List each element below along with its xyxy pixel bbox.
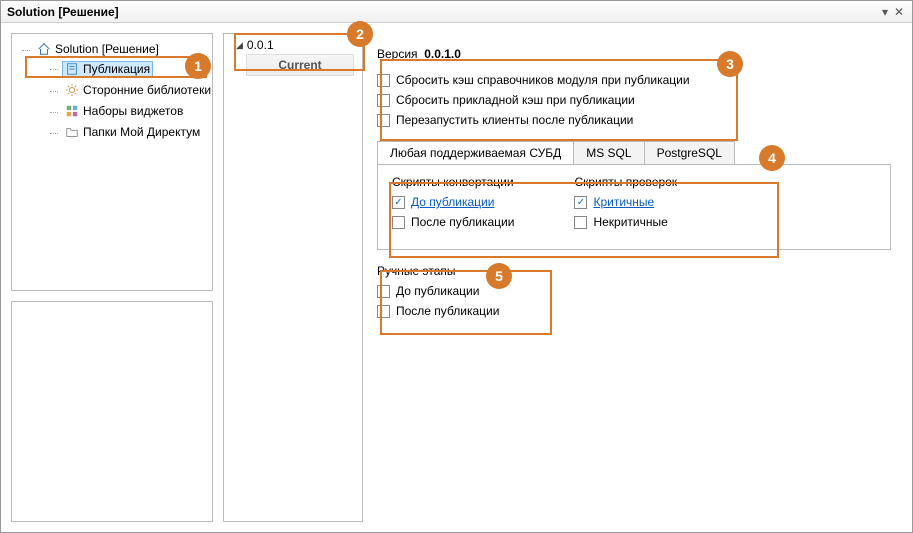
script-link[interactable]: До публикации: [411, 195, 494, 209]
tab-label: PostgreSQL: [657, 146, 722, 160]
manual-title: Ручные этапы: [377, 264, 894, 278]
home-icon: [37, 42, 51, 56]
callout-2: 2: [347, 21, 373, 47]
callout-1: 1: [185, 53, 211, 79]
empty-panel: [11, 301, 213, 522]
version-current[interactable]: Current: [246, 54, 354, 76]
checkbox[interactable]: [392, 196, 405, 209]
checkbox[interactable]: [377, 74, 390, 87]
checkbox-label: Сбросить кэш справочников модуля при пуб…: [396, 73, 690, 87]
checkbox-row[interactable]: Некритичные: [574, 215, 677, 229]
version-label: Версия: [377, 47, 418, 61]
tab-postgresql[interactable]: PostgreSQL: [644, 141, 735, 164]
checkbox-label: После публикации: [411, 215, 514, 229]
tab-label: Любая поддерживаемая СУБД: [390, 146, 561, 160]
gear-icon: [65, 83, 79, 97]
callout-4: 4: [759, 145, 785, 171]
checks-title: Скрипты проверок: [574, 175, 677, 189]
checkbox-row[interactable]: Сбросить прикладной кэш при публикации: [377, 93, 894, 107]
tab-label: MS SQL: [586, 146, 631, 160]
checkbox-label: После публикации: [396, 304, 499, 318]
tree-item-label: Сторонние библиотеки: [83, 83, 211, 97]
tree-item-label: Публикация: [83, 62, 150, 76]
checkbox-row[interactable]: После публикации: [392, 215, 514, 229]
folder-icon: [65, 125, 79, 139]
checkbox-row[interactable]: После публикации: [377, 304, 894, 318]
checkbox[interactable]: [377, 94, 390, 107]
tree-item-folders[interactable]: Папки Мой Директум: [48, 123, 208, 144]
details-panel: Версия 0.0.1.0 Сбросить кэш справочников…: [373, 33, 902, 522]
convert-title: Скрипты конвертации: [392, 175, 514, 189]
callout-3: 3: [717, 51, 743, 77]
titlebar: Solution [Решение] ▾ ✕: [1, 1, 912, 23]
tab-body: Скрипты конвертации До публикации После …: [377, 164, 891, 250]
page-icon: [65, 62, 79, 76]
checkbox-row[interactable]: Критичные: [574, 195, 677, 209]
caret-down-icon: ◢: [236, 40, 243, 51]
checkbox-row[interactable]: До публикации: [377, 284, 894, 298]
tab-any-db[interactable]: Любая поддерживаемая СУБД: [377, 141, 574, 164]
tree-root-label: Solution [Решение]: [55, 42, 159, 56]
tree-root[interactable]: Solution [Решение] Публикация: [20, 40, 208, 146]
checkbox[interactable]: [377, 285, 390, 298]
tree-item-label: Папки Мой Директум: [83, 125, 200, 139]
version-root[interactable]: ◢ 0.0.1: [226, 38, 360, 52]
checkbox-label: Некритичные: [593, 215, 667, 229]
tree-panel: Solution [Решение] Публикация: [11, 33, 213, 291]
checkbox-label: Перезапустить клиенты после публикации: [396, 113, 633, 127]
version-value: 0.0.1.0: [424, 47, 461, 61]
checkbox[interactable]: [574, 216, 587, 229]
solution-tree[interactable]: Solution [Решение] Публикация: [16, 40, 208, 146]
window-close-icon[interactable]: ✕: [892, 5, 906, 19]
checkbox-row[interactable]: До публикации: [392, 195, 514, 209]
tree-item-widgets[interactable]: Наборы виджетов: [48, 102, 208, 123]
version-list-panel: ◢ 0.0.1 Current: [223, 33, 363, 522]
script-link[interactable]: Критичные: [593, 195, 654, 209]
tab-mssql[interactable]: MS SQL: [573, 141, 644, 164]
checkbox[interactable]: [392, 216, 405, 229]
checkbox[interactable]: [377, 305, 390, 318]
checkbox-row[interactable]: Сбросить кэш справочников модуля при пуб…: [377, 73, 894, 87]
convert-scripts-col: Скрипты конвертации До публикации После …: [392, 175, 514, 235]
checkbox-row[interactable]: Перезапустить клиенты после публикации: [377, 113, 894, 127]
version-current-label: Current: [278, 58, 321, 72]
tree-item-publication[interactable]: Публикация: [48, 59, 208, 81]
version-title: Версия 0.0.1.0: [377, 47, 894, 61]
checkbox-label: Сбросить прикладной кэш при публикации: [396, 93, 635, 107]
callout-5: 5: [486, 263, 512, 289]
widgets-icon: [65, 104, 79, 118]
tree-item-libraries[interactable]: Сторонние библиотеки: [48, 81, 208, 102]
db-tabs: Любая поддерживаемая СУБД MS SQL Postgre…: [377, 141, 894, 164]
checkbox[interactable]: [377, 114, 390, 127]
tree-item-label: Наборы виджетов: [83, 104, 183, 118]
check-scripts-col: Скрипты проверок Критичные Некритичные: [574, 175, 677, 235]
checkbox[interactable]: [574, 196, 587, 209]
window-dropdown-icon[interactable]: ▾: [878, 5, 892, 19]
window-title: Solution [Решение]: [7, 5, 119, 19]
checkbox-label: До публикации: [396, 284, 479, 298]
version-root-label: 0.0.1: [247, 38, 274, 52]
